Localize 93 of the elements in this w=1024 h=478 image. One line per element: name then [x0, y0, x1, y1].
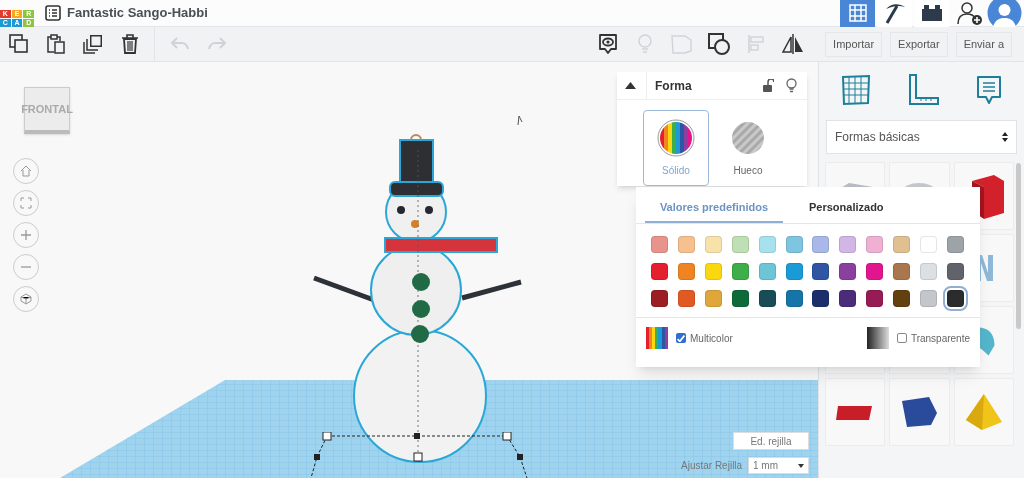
color-swatch[interactable] [731, 290, 749, 307]
snap-value: 1 mm [753, 459, 779, 473]
inspector-title: Forma [655, 77, 693, 95]
mirror-icon [781, 34, 804, 54]
lock-icon[interactable] [763, 79, 774, 92]
ruler-icon[interactable] [906, 73, 941, 107]
snap-grid-label: Ajustar Rejilla [681, 459, 743, 473]
plus-icon [20, 229, 32, 241]
shape-category-select[interactable]: Formas básicas [826, 120, 1017, 154]
color-swatch[interactable] [893, 290, 911, 307]
color-swatch[interactable] [758, 263, 776, 280]
color-swatch[interactable] [866, 236, 884, 253]
color-swatch[interactable] [677, 263, 695, 280]
undo-icon [170, 37, 189, 51]
shape-tile[interactable] [889, 378, 950, 446]
checkmark-icon [677, 334, 685, 342]
color-swatch[interactable] [731, 236, 749, 253]
color-tab[interactable]: Personalizado [795, 193, 898, 223]
color-swatch[interactable] [893, 236, 911, 253]
workplane-icon[interactable] [840, 74, 873, 106]
color-swatch[interactable] [812, 290, 830, 307]
checkbox-indicator[interactable] [896, 333, 907, 343]
color-swatch[interactable] [677, 236, 695, 253]
home-icon [20, 165, 32, 177]
color-swatch[interactable] [785, 263, 803, 280]
color-swatch[interactable] [651, 290, 668, 307]
shape-tile[interactable] [953, 378, 1014, 446]
align-icon [746, 34, 765, 54]
color-swatch[interactable] [866, 263, 884, 280]
add-user-icon[interactable] [955, 1, 983, 25]
avatar-icon[interactable] [987, 0, 1022, 27]
duplicate-icon [82, 34, 103, 54]
color-swatch[interactable] [704, 236, 722, 253]
color-swatch[interactable] [651, 236, 668, 253]
delete-icon [120, 34, 139, 54]
copy-icon [8, 34, 29, 54]
bricks-icon [920, 5, 943, 21]
color-swatch[interactable] [785, 290, 803, 307]
caret-icon [798, 463, 804, 468]
color-swatch[interactable] [866, 290, 884, 307]
color-swatch[interactable] [758, 290, 776, 307]
color-swatch[interactable] [947, 236, 965, 253]
color-swatch[interactable] [812, 263, 830, 280]
fit-icon [20, 197, 32, 209]
color-swatch[interactable] [920, 236, 938, 253]
color-swatch[interactable] [677, 290, 695, 307]
color-tab[interactable]: Valores predefinidos [645, 193, 783, 223]
cursor-icon [516, 114, 524, 126]
redo-icon [207, 37, 226, 51]
toolbar-button[interactable]: Exportar [890, 31, 948, 57]
grid-icon [848, 4, 867, 22]
color-swatch[interactable] [704, 290, 722, 307]
color-swatch[interactable] [839, 236, 857, 253]
color-swatch[interactable] [704, 263, 722, 280]
multicolor-swatch-icon [646, 327, 668, 349]
bulb-icon [637, 34, 652, 54]
edit-grid-button[interactable]: Ed. rejilla [733, 432, 809, 450]
shape-tile[interactable] [825, 378, 886, 446]
color-swatch[interactable] [731, 263, 749, 280]
color-swatch[interactable] [947, 263, 965, 280]
bulb-icon[interactable] [786, 78, 797, 93]
sort-icon [1002, 132, 1008, 142]
hole-icon [707, 33, 730, 55]
toolbar-button[interactable]: Enviar a [955, 31, 1012, 57]
color-swatch[interactable] [758, 236, 776, 253]
polygon-shape-icon [899, 395, 940, 429]
color-swatch[interactable] [785, 236, 803, 253]
color-swatch[interactable] [651, 263, 668, 280]
paste-icon [45, 34, 66, 54]
design-title[interactable]: Fantastic Sango-Habbi [67, 3, 208, 23]
list-icon[interactable] [45, 5, 61, 21]
color-swatch[interactable] [839, 263, 857, 280]
collapse-caret-icon[interactable] [625, 82, 636, 89]
perspective-button[interactable] [13, 286, 39, 312]
snap-grid-select[interactable]: 1 mm [748, 457, 809, 474]
group-icon [670, 34, 693, 54]
note-icon[interactable] [974, 74, 1003, 106]
pyramid-shape-icon [963, 392, 1004, 432]
scrollbar[interactable] [1016, 163, 1021, 329]
color-swatch[interactable] [839, 290, 857, 307]
multicolor-checkbox[interactable]: Multicolor [676, 330, 733, 346]
color-swatch[interactable] [893, 263, 911, 280]
rainbow-circle-icon [657, 118, 695, 157]
note-icon [597, 33, 618, 55]
color-swatch[interactable] [920, 263, 938, 280]
color-swatch[interactable] [920, 290, 938, 307]
transparent-checkbox[interactable]: Transparente [896, 330, 970, 346]
transparency-swatch-icon [866, 327, 889, 349]
hole-mode-button[interactable]: Hueco [715, 110, 781, 186]
category-label: Formas básicas [835, 129, 921, 146]
toolbar-button[interactable]: Importar [825, 31, 883, 57]
cube-icon [20, 293, 32, 305]
color-swatch[interactable] [812, 236, 830, 253]
